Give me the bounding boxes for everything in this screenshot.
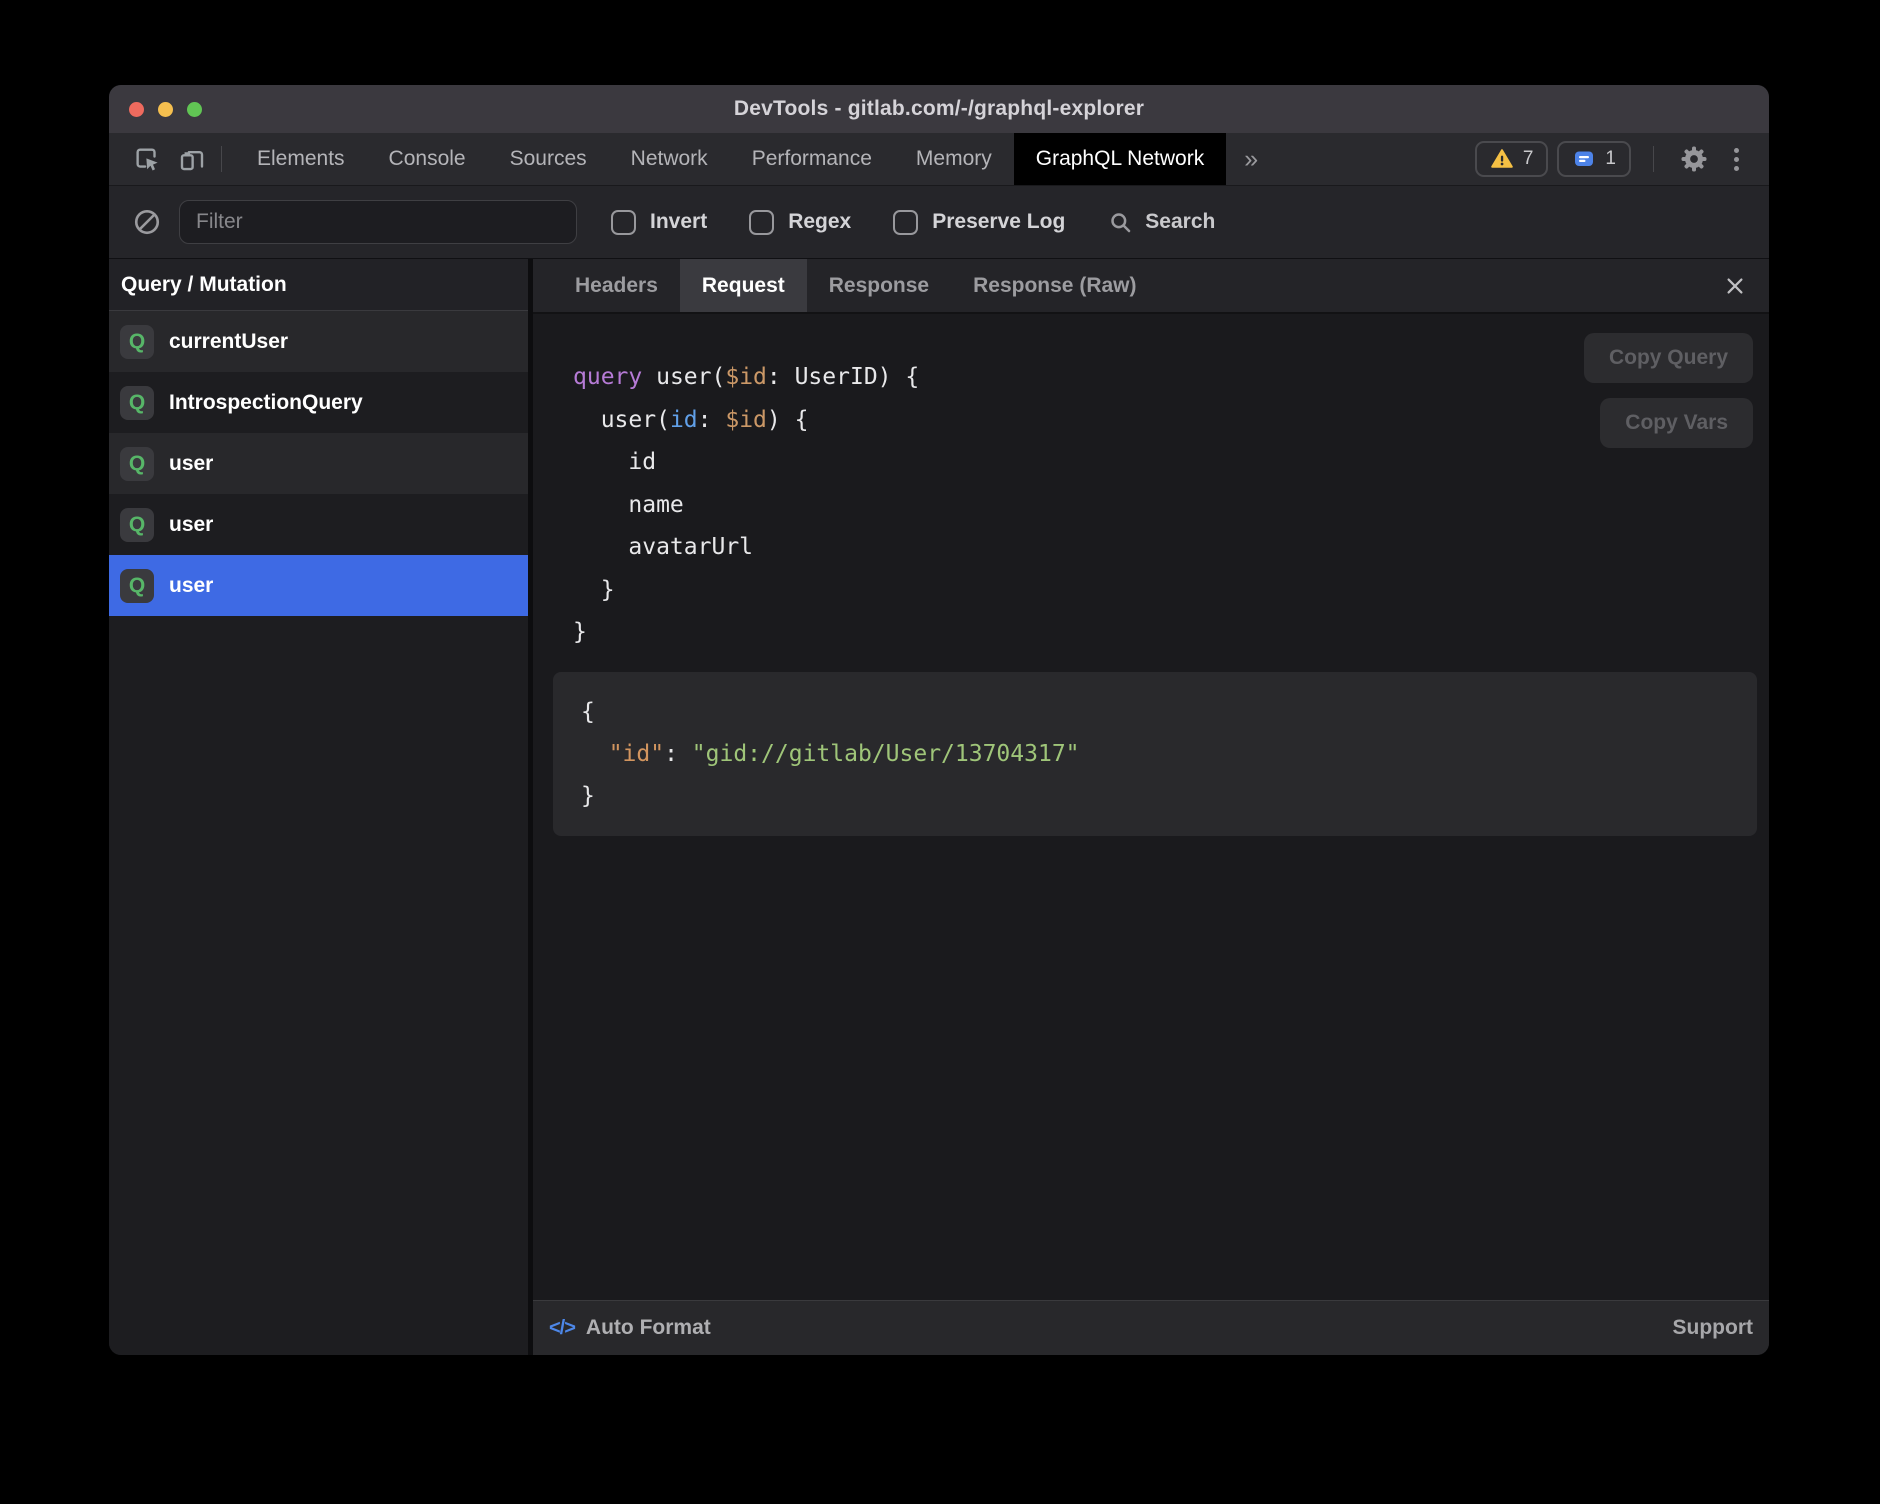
window-close-button[interactable]: [129, 102, 144, 117]
request-variables-box: { "id": "gid://gitlab/User/13704317"}: [553, 672, 1757, 836]
devtools-tab[interactable]: Memory: [894, 133, 1014, 185]
controls-separator: [1653, 146, 1654, 172]
query-list: Q currentUser Q IntrospectionQuery Q use…: [109, 311, 528, 616]
query-list-sidebar: Query / Mutation Q currentUser Q Introsp…: [109, 259, 528, 1355]
query-type-badge: Q: [120, 325, 154, 359]
devtools-tab-label: Elements: [257, 147, 345, 171]
devtools-tab-bar: Elements Console Sources Network Perform…: [109, 133, 1769, 185]
query-name: user: [169, 513, 213, 537]
close-panel-icon[interactable]: [1717, 268, 1753, 304]
checkbox-label: Regex: [788, 210, 851, 234]
warnings-badge[interactable]: 7: [1475, 141, 1549, 177]
message-count: 1: [1605, 148, 1616, 170]
devtools-tab[interactable]: Performance: [730, 133, 894, 185]
auto-format-control[interactable]: </> Auto Format: [549, 1316, 711, 1340]
detail-tabs: Headers Request Response Response (Raw): [553, 259, 1159, 312]
search-label: Search: [1145, 210, 1215, 234]
window-minimize-button[interactable]: [158, 102, 173, 117]
auto-format-label: Auto Format: [586, 1316, 711, 1340]
query-type-badge: Q: [120, 447, 154, 481]
detail-tab[interactable]: Response (Raw): [951, 259, 1158, 312]
request-panel: Copy Query Copy Vars query user($id: Use…: [533, 314, 1769, 1300]
window-controls: [129, 85, 202, 133]
toolbar-separator: [221, 146, 222, 172]
device-toolbar-icon[interactable]: [176, 143, 208, 175]
query-type-badge: Q: [120, 386, 154, 420]
query-type-badge: Q: [120, 508, 154, 542]
query-type-badge: Q: [120, 569, 154, 603]
search-control[interactable]: Search: [1107, 209, 1215, 236]
sidebar-header: Query / Mutation: [109, 259, 528, 311]
devtools-tab-label: Performance: [752, 147, 872, 171]
checkbox-label: Preserve Log: [932, 210, 1065, 234]
detail-tab-label: Request: [702, 274, 785, 298]
query-list-item[interactable]: Q IntrospectionQuery: [109, 372, 528, 433]
devtools-tab-label: Console: [389, 147, 466, 171]
query-name: currentUser: [169, 330, 288, 354]
title-bar: DevTools - gitlab.com/-/graphql-explorer: [109, 85, 1769, 133]
window-title: DevTools - gitlab.com/-/graphql-explorer: [734, 97, 1144, 121]
filter-input[interactable]: [179, 200, 577, 244]
checkbox-icon[interactable]: [611, 210, 636, 235]
query-name: user: [169, 574, 213, 598]
detail-tab-bar: Headers Request Response Response (Raw): [533, 259, 1769, 314]
devtools-window: DevTools - gitlab.com/-/graphql-explorer: [109, 85, 1769, 1355]
checkbox-label: Invert: [650, 210, 707, 234]
detail-tab-label: Response: [829, 274, 929, 298]
devtools-tab-label: GraphQL Network: [1036, 147, 1204, 171]
query-list-item[interactable]: Q user: [109, 433, 528, 494]
search-icon: [1107, 209, 1134, 236]
devtools-tab-label: Network: [631, 147, 708, 171]
content-area: Query / Mutation Q currentUser Q Introsp…: [109, 259, 1769, 1355]
clear-icon[interactable]: [129, 204, 165, 240]
copy-buttons: Copy Query Copy Vars: [1584, 333, 1753, 448]
devtools-tab[interactable]: Sources: [488, 133, 609, 185]
filter-checkbox-item[interactable]: Preserve Log: [893, 210, 1065, 235]
devtools-tab-label: Sources: [510, 147, 587, 171]
tab-bar-right-controls: 7 1: [1475, 133, 1769, 185]
filter-checkboxes: Invert Regex Preserve Log: [611, 210, 1065, 235]
detail-tab[interactable]: Headers: [553, 259, 680, 312]
detail-tab-label: Response (Raw): [973, 274, 1136, 298]
panel-footer: </> Auto Format Support: [533, 1300, 1769, 1355]
devtools-tab[interactable]: GraphQL Network: [1014, 133, 1226, 185]
window-zoom-button[interactable]: [187, 102, 202, 117]
checkbox-icon[interactable]: [893, 210, 918, 235]
devtools-tabs: Elements Console Sources Network Perform…: [235, 133, 1226, 185]
devtools-tab[interactable]: Console: [367, 133, 488, 185]
query-list-item[interactable]: Q user: [109, 555, 528, 616]
toolbar-icons: [131, 133, 208, 185]
detail-tab[interactable]: Response: [807, 259, 951, 312]
more-options-icon[interactable]: [1721, 141, 1751, 177]
messages-badge[interactable]: 1: [1557, 141, 1631, 177]
filter-checkbox-item[interactable]: Regex: [749, 210, 851, 235]
copy-vars-button[interactable]: Copy Vars: [1600, 398, 1753, 448]
warning-triangle-icon: [1490, 147, 1514, 171]
filter-checkbox-item[interactable]: Invert: [611, 210, 707, 235]
query-list-item[interactable]: Q user: [109, 494, 528, 555]
devtools-tab[interactable]: Elements: [235, 133, 367, 185]
filter-bar: Invert Regex Preserve Log Search: [109, 185, 1769, 259]
copy-query-button[interactable]: Copy Query: [1584, 333, 1753, 383]
support-link[interactable]: Support: [1673, 1316, 1753, 1340]
devtools-tab-label: Memory: [916, 147, 992, 171]
message-bubble-icon: [1572, 147, 1596, 171]
detail-tab-label: Headers: [575, 274, 658, 298]
query-name: IntrospectionQuery: [169, 391, 363, 415]
query-name: user: [169, 452, 213, 476]
query-list-item[interactable]: Q currentUser: [109, 311, 528, 372]
inspect-element-icon[interactable]: [131, 143, 163, 175]
checkbox-icon[interactable]: [749, 210, 774, 235]
settings-gear-icon[interactable]: [1676, 141, 1712, 177]
more-tabs-chevron[interactable]: »: [1226, 133, 1276, 185]
devtools-tab[interactable]: Network: [609, 133, 730, 185]
code-brackets-icon: </>: [549, 1317, 575, 1340]
detail-panel: Headers Request Response Response (Raw): [533, 259, 1769, 1355]
warning-count: 7: [1523, 148, 1534, 170]
detail-tab[interactable]: Request: [680, 259, 807, 312]
screen-background: DevTools - gitlab.com/-/graphql-explorer: [0, 0, 1880, 1504]
